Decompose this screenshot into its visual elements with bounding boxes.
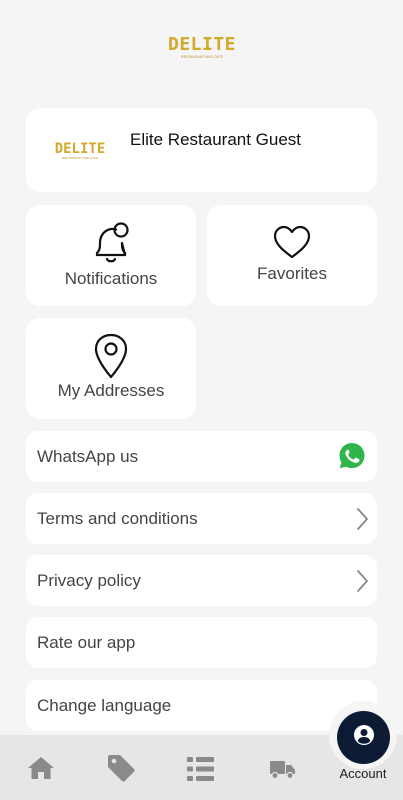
svg-text:DELITE: DELITE — [55, 141, 106, 157]
language-label: Change language — [37, 696, 172, 715]
addresses-label: My Addresses — [57, 381, 165, 400]
chevron-right-icon — [355, 507, 369, 536]
home-icon[interactable] — [27, 756, 55, 785]
account-icon — [353, 724, 375, 751]
terms-label: Terms and conditions — [37, 509, 198, 528]
logo-text: DELITE — [168, 34, 236, 55]
rate-row[interactable]: Rate our app — [26, 617, 377, 668]
tag-icon[interactable] — [106, 753, 136, 788]
heart-icon — [273, 225, 311, 266]
language-row[interactable]: Change language — [26, 680, 377, 731]
profile-card[interactable]: DELITE RESTAURANT AND CAFE Elite Restaur… — [26, 108, 377, 192]
privacy-row[interactable]: Privacy policy — [26, 555, 377, 606]
chevron-right-icon — [355, 569, 369, 598]
favorites-label: Favorites — [257, 264, 327, 283]
notifications-label: Notifications — [64, 269, 158, 288]
whatsapp-row[interactable]: WhatsApp us — [26, 431, 377, 482]
menu-list-icon[interactable] — [187, 756, 215, 787]
bell-badge-icon — [87, 219, 135, 272]
brand-logo: DELITE RESTAURANT AND CAFE — [165, 32, 239, 60]
profile-name: Elite Restaurant Guest — [130, 130, 302, 149]
notifications-tile[interactable]: Notifications — [26, 205, 196, 306]
privacy-label: Privacy policy — [37, 571, 141, 590]
whatsapp-icon — [337, 441, 367, 476]
addresses-tile[interactable]: My Addresses — [26, 318, 196, 419]
delivery-truck-icon[interactable] — [270, 761, 296, 784]
profile-logo: DELITE RESTAURANT AND CAFE — [52, 139, 108, 161]
logo-tagline: RESTAURANT AND CAFE — [181, 55, 224, 59]
account-tab-label: Account — [339, 766, 387, 781]
account-tab[interactable] — [337, 711, 390, 764]
terms-row[interactable]: Terms and conditions — [26, 493, 377, 544]
favorites-tile[interactable]: Favorites — [207, 205, 377, 306]
whatsapp-label: WhatsApp us — [37, 447, 139, 466]
location-pin-icon — [94, 333, 128, 384]
rate-label: Rate our app — [37, 633, 136, 652]
svg-text:RESTAURANT AND CAFE: RESTAURANT AND CAFE — [62, 156, 98, 160]
